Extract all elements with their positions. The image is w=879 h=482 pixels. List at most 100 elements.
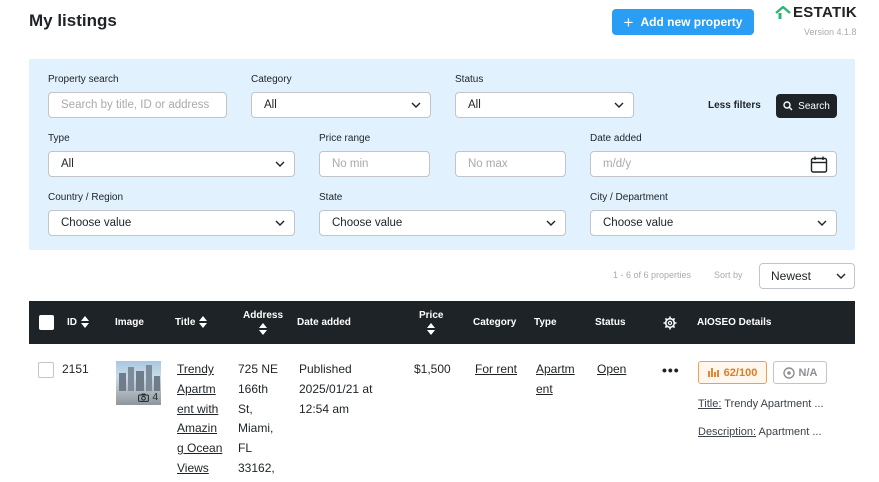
plus-icon: + <box>623 12 634 32</box>
row-actions-menu[interactable]: ••• <box>662 362 680 378</box>
chevron-down-icon <box>411 102 421 108</box>
category-select[interactable]: All <box>251 92 431 118</box>
property-search-placeholder: Search by title, ID or address <box>61 99 210 111</box>
add-new-property-label: Add new property <box>640 15 743 29</box>
type-value: All <box>61 158 74 170</box>
property-title-link[interactable]: Trendy Apartm ent with Amazin g Ocean Vi… <box>177 360 222 479</box>
house-icon <box>775 5 791 19</box>
column-title-label: Title <box>175 316 196 328</box>
less-filters-link[interactable]: Less filters <box>708 100 761 111</box>
price-min-placeholder: No min <box>332 158 369 170</box>
city-value: Choose value <box>603 217 674 229</box>
seo-title-value: Trendy Apartment ... <box>724 398 824 410</box>
address-line: 166th <box>238 381 269 396</box>
version-label: Version 4.1.8 <box>804 27 857 37</box>
image-count: 4 <box>138 392 158 403</box>
chevron-down-icon <box>614 102 624 108</box>
seo-title-line: Title: Trendy Apartment ... <box>698 398 824 410</box>
row-id: 2151 <box>62 362 89 376</box>
add-new-property-button[interactable]: + Add new property <box>612 9 754 35</box>
category-label: Category <box>251 74 292 85</box>
seo-score-icon <box>707 368 719 377</box>
title-line: Amazin <box>177 421 218 436</box>
search-button[interactable]: Search <box>776 94 837 118</box>
gear-icon[interactable] <box>663 316 677 330</box>
column-type: Type <box>534 317 557 328</box>
chevron-down-icon <box>275 220 285 226</box>
title-line: Apartm <box>177 381 216 396</box>
chevron-down-icon <box>836 273 846 279</box>
chevron-down-icon <box>546 220 556 226</box>
date-added-input[interactable]: m/d/y <box>590 151 837 177</box>
column-image: Image <box>115 317 144 328</box>
date-line: Published <box>299 362 352 376</box>
date-line: 12:54 am <box>299 401 350 416</box>
column-id[interactable]: ID <box>67 316 89 328</box>
type-line: Apartm <box>536 362 575 376</box>
column-address[interactable]: Address <box>243 310 283 335</box>
property-date-added: Published 2025/01/21 at 12:54 am <box>299 360 372 419</box>
sort-icon <box>199 316 208 328</box>
state-select[interactable]: Choose value <box>319 210 566 236</box>
date-added-label: Date added <box>590 133 642 144</box>
column-price-label: Price <box>419 310 444 321</box>
seo-score-badge[interactable]: 62/100 <box>698 361 767 384</box>
seo-description-key[interactable]: Description: <box>698 426 756 438</box>
table-header: ID Image Title Address Date added Price … <box>29 301 855 344</box>
category-value: All <box>264 99 277 111</box>
sort-value: Newest <box>771 269 812 283</box>
property-thumbnail[interactable]: 4 <box>116 361 161 405</box>
logo-text: ESTATIK <box>793 4 858 21</box>
title-line: g Ocean <box>177 441 223 456</box>
price-max-input[interactable]: No max <box>455 151 566 177</box>
column-aioseo: AIOSEO Details <box>697 317 772 328</box>
column-category: Category <box>473 317 517 328</box>
type-label: Type <box>48 133 70 144</box>
property-price: $1,500 <box>414 362 451 376</box>
country-select[interactable]: Choose value <box>48 210 295 236</box>
seo-description-value: Apartment ... <box>758 426 822 438</box>
column-date-added: Date added <box>297 317 351 328</box>
column-price[interactable]: Price <box>419 310 443 335</box>
property-status-link[interactable]: Open <box>597 360 626 380</box>
estatik-logo: ESTATIK <box>775 4 857 21</box>
seo-score-value: 62/100 <box>723 366 758 379</box>
status-select[interactable]: All <box>455 92 634 118</box>
column-status: Status <box>595 317 626 328</box>
type-line: ent <box>536 381 553 396</box>
property-category-link[interactable]: For rent <box>475 360 517 380</box>
column-title[interactable]: Title <box>175 316 208 328</box>
address-line: 725 NE <box>238 362 279 376</box>
sort-select[interactable]: Newest <box>759 263 855 289</box>
select-all-checkbox[interactable] <box>39 315 54 330</box>
seo-na-value: N/A <box>798 366 818 379</box>
title-line: Trendy <box>177 362 214 376</box>
seo-na-badge[interactable]: N/A <box>773 361 827 384</box>
property-type-link[interactable]: Apartm ent <box>536 360 575 400</box>
property-search-label: Property search <box>48 74 119 85</box>
price-min-input[interactable]: No min <box>319 151 430 177</box>
page-title: My listings <box>29 11 117 30</box>
status-value: All <box>468 99 481 111</box>
address-line: Miami, <box>238 421 274 436</box>
country-label: Country / Region <box>48 192 124 203</box>
calendar-icon[interactable] <box>810 156 828 173</box>
sort-icon <box>81 316 89 328</box>
address-line: St, <box>238 401 253 416</box>
title-line: Views <box>177 460 209 475</box>
seo-title-key[interactable]: Title: <box>698 398 721 410</box>
type-select[interactable]: All <box>48 151 295 177</box>
property-search-input[interactable]: Search by title, ID or address <box>48 92 227 118</box>
search-button-label: Search <box>798 100 830 112</box>
city-select[interactable]: Choose value <box>590 210 837 236</box>
date-line: 2025/01/21 at <box>299 381 373 396</box>
image-count-value: 4 <box>152 392 158 403</box>
column-address-label: Address <box>243 310 284 321</box>
city-label: City / Department <box>590 192 668 203</box>
address-line: 33162, <box>238 460 275 475</box>
row-checkbox[interactable] <box>38 362 54 378</box>
column-id-label: ID <box>67 316 77 328</box>
sort-by-label: Sort by <box>714 270 743 280</box>
search-icon <box>783 101 793 111</box>
sort-icon <box>259 323 267 335</box>
